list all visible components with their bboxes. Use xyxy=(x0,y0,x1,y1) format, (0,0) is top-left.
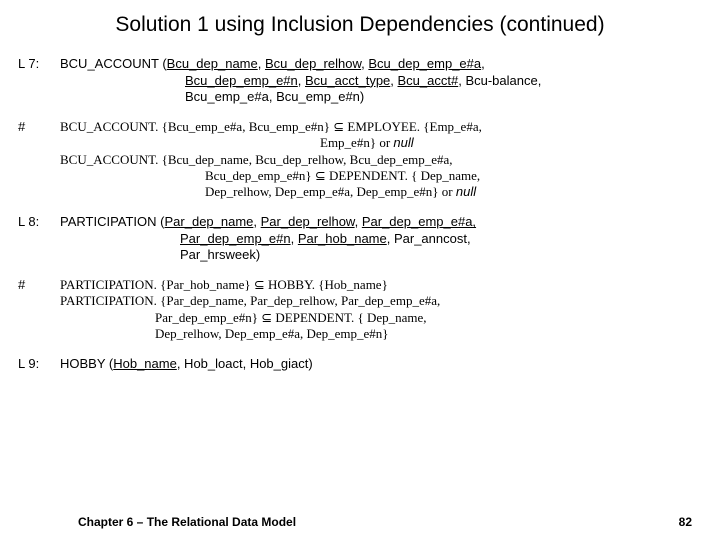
l7-l1d: Bcu_dep_relhow xyxy=(265,56,361,71)
l8-l1e: , xyxy=(355,214,362,229)
l9-l1c: , Hob_loact, Hob_giact) xyxy=(177,356,313,371)
l9-label: L 9: xyxy=(18,356,60,372)
c7-l3: BCU_ACCOUNT. {Bcu_dep_name, Bcu_dep_relh… xyxy=(60,152,453,167)
c7-body: BCU_ACCOUNT. {Bcu_emp_e#a, Bcu_emp_e#n} … xyxy=(60,119,702,200)
l7-l2b: , xyxy=(298,73,305,88)
l8-l1c: , xyxy=(253,214,260,229)
c8-body: PARTICIPATION. {Par_hob_name} ⊆ HOBBY. {… xyxy=(60,277,702,342)
l8-l2b: , xyxy=(291,231,298,246)
footer: Chapter 6 – The Relational Data Model 82 xyxy=(0,515,720,530)
l7-l1g: , xyxy=(481,56,485,71)
l8-label: L 8: xyxy=(18,214,60,230)
l7-l2c: Bcu_acct_type xyxy=(305,73,390,88)
l8-l1d: Par_dep_relhow xyxy=(261,214,355,229)
l8-l2d: , Par_anncost, xyxy=(387,231,471,246)
l9-l1b: Hob_name xyxy=(113,356,177,371)
l9-block: L 9: HOBBY (Hob_name, Hob_loact, Hob_gia… xyxy=(18,356,702,372)
c7-block: # BCU_ACCOUNT. {Bcu_emp_e#a, Bcu_emp_e#n… xyxy=(18,119,702,200)
l8-l1a: PARTICIPATION ( xyxy=(60,214,165,229)
l9-body: HOBBY (Hob_name, Hob_loact, Hob_giact) xyxy=(60,356,702,372)
c8-label: # xyxy=(18,277,60,293)
l7-body: BCU_ACCOUNT (Bcu_dep_name, Bcu_dep_relho… xyxy=(60,56,702,105)
l7-block: L 7: BCU_ACCOUNT (Bcu_dep_name, Bcu_dep_… xyxy=(18,56,702,105)
c8-l1: PARTICIPATION. {Par_hob_name} ⊆ HOBBY. {… xyxy=(60,277,388,292)
slide-title: Solution 1 using Inclusion Dependencies … xyxy=(18,12,702,38)
l7-l1c: , xyxy=(258,56,265,71)
l8-l2c: Par_hob_name xyxy=(298,231,387,246)
l7-label: L 7: xyxy=(18,56,60,72)
l9-l1a: HOBBY ( xyxy=(60,356,113,371)
l7-l1b: Bcu_dep_name xyxy=(167,56,258,71)
c7-label: # xyxy=(18,119,60,135)
l8-l3: Par_hrsweek) xyxy=(60,247,702,263)
l8-l2a: Par_dep_emp_e#n xyxy=(180,231,291,246)
l7-l2d: , xyxy=(390,73,397,88)
l8-body: PARTICIPATION (Par_dep_name, Par_dep_rel… xyxy=(60,214,702,263)
l7-l2e: Bcu_acct# xyxy=(398,73,459,88)
l8-block: L 8: PARTICIPATION (Par_dep_name, Par_de… xyxy=(18,214,702,263)
l7-l2a: Bcu_dep_emp_e#n xyxy=(185,73,298,88)
l7-l2f: , Bcu-balance, xyxy=(458,73,541,88)
l8-l1f: Par_dep_emp_e#a, xyxy=(362,214,476,229)
page-number: 82 xyxy=(679,515,692,530)
c7-l2a: Emp_e#n} or xyxy=(320,135,393,150)
l7-l1f: Bcu_dep_emp_e#a xyxy=(368,56,481,71)
c8-l4: Dep_relhow, Dep_emp_e#a, Dep_emp_e#n} xyxy=(155,326,389,341)
chapter-label: Chapter 6 – The Relational Data Model xyxy=(78,515,296,530)
c7-l4: Bcu_dep_emp_e#n} ⊆ DEPENDENT. { Dep_name… xyxy=(205,168,480,183)
c7-l2b: null xyxy=(393,135,413,150)
c7-l5a: Dep_relhow, Dep_emp_e#a, Dep_emp_e#n} or xyxy=(205,184,456,199)
l7-l1a: BCU_ACCOUNT ( xyxy=(60,56,167,71)
c8-block: # PARTICIPATION. {Par_hob_name} ⊆ HOBBY.… xyxy=(18,277,702,342)
l8-l1b: Par_dep_name xyxy=(165,214,254,229)
c7-l1: BCU_ACCOUNT. {Bcu_emp_e#a, Bcu_emp_e#n} … xyxy=(60,119,482,134)
l7-l3: Bcu_emp_e#a, Bcu_emp_e#n) xyxy=(60,89,702,105)
c8-l3: Par_dep_emp_e#n} ⊆ DEPENDENT. { Dep_name… xyxy=(155,310,427,325)
c8-l2: PARTICIPATION. {Par_dep_name, Par_dep_re… xyxy=(60,293,440,308)
c7-l5b: null xyxy=(456,184,476,199)
